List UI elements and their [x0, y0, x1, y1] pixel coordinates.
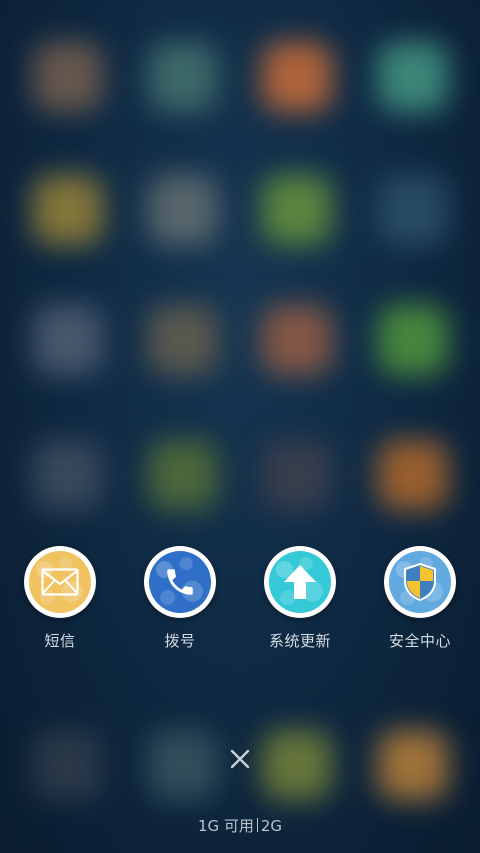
upload-arrow-icon [284, 565, 316, 599]
quick-actions: 短信 拨号 系统更新 安全中心 [0, 546, 480, 656]
dialer-label: 拨号 [164, 632, 196, 650]
dialer-shortcut[interactable]: 拨号 [130, 546, 230, 651]
screen: 短信 拨号 系统更新 安全中心 1G 可用 2G [0, 0, 480, 853]
memory-separator [256, 818, 258, 832]
blurred-app-grid [0, 0, 480, 853]
system-update-icon-ring[interactable] [264, 546, 336, 618]
security-center-shortcut[interactable]: 安全中心 [370, 546, 470, 651]
memory-available: 1G 可用 [197, 817, 254, 835]
dialer-icon-ring[interactable] [144, 546, 216, 618]
close-icon [230, 749, 250, 769]
security-center-icon-ring[interactable] [384, 546, 456, 618]
memory-status: 1G 可用 2G [0, 815, 480, 836]
shield-icon [404, 562, 436, 602]
security-center-label: 安全中心 [388, 632, 451, 650]
phone-icon [167, 569, 193, 595]
memory-total: 2G [260, 817, 283, 835]
sms-shortcut[interactable]: 短信 [10, 546, 110, 651]
sms-icon-ring[interactable] [24, 546, 96, 618]
system-update-shortcut[interactable]: 系统更新 [250, 546, 350, 651]
sms-icon-disc [29, 551, 91, 613]
sms-label: 短信 [44, 632, 76, 650]
system-update-icon-disc [269, 551, 331, 613]
dialer-icon-disc [149, 551, 211, 613]
security-center-icon-disc [389, 551, 451, 613]
envelope-icon [41, 568, 79, 596]
system-update-label: 系统更新 [268, 632, 331, 650]
close-button[interactable] [224, 743, 256, 775]
